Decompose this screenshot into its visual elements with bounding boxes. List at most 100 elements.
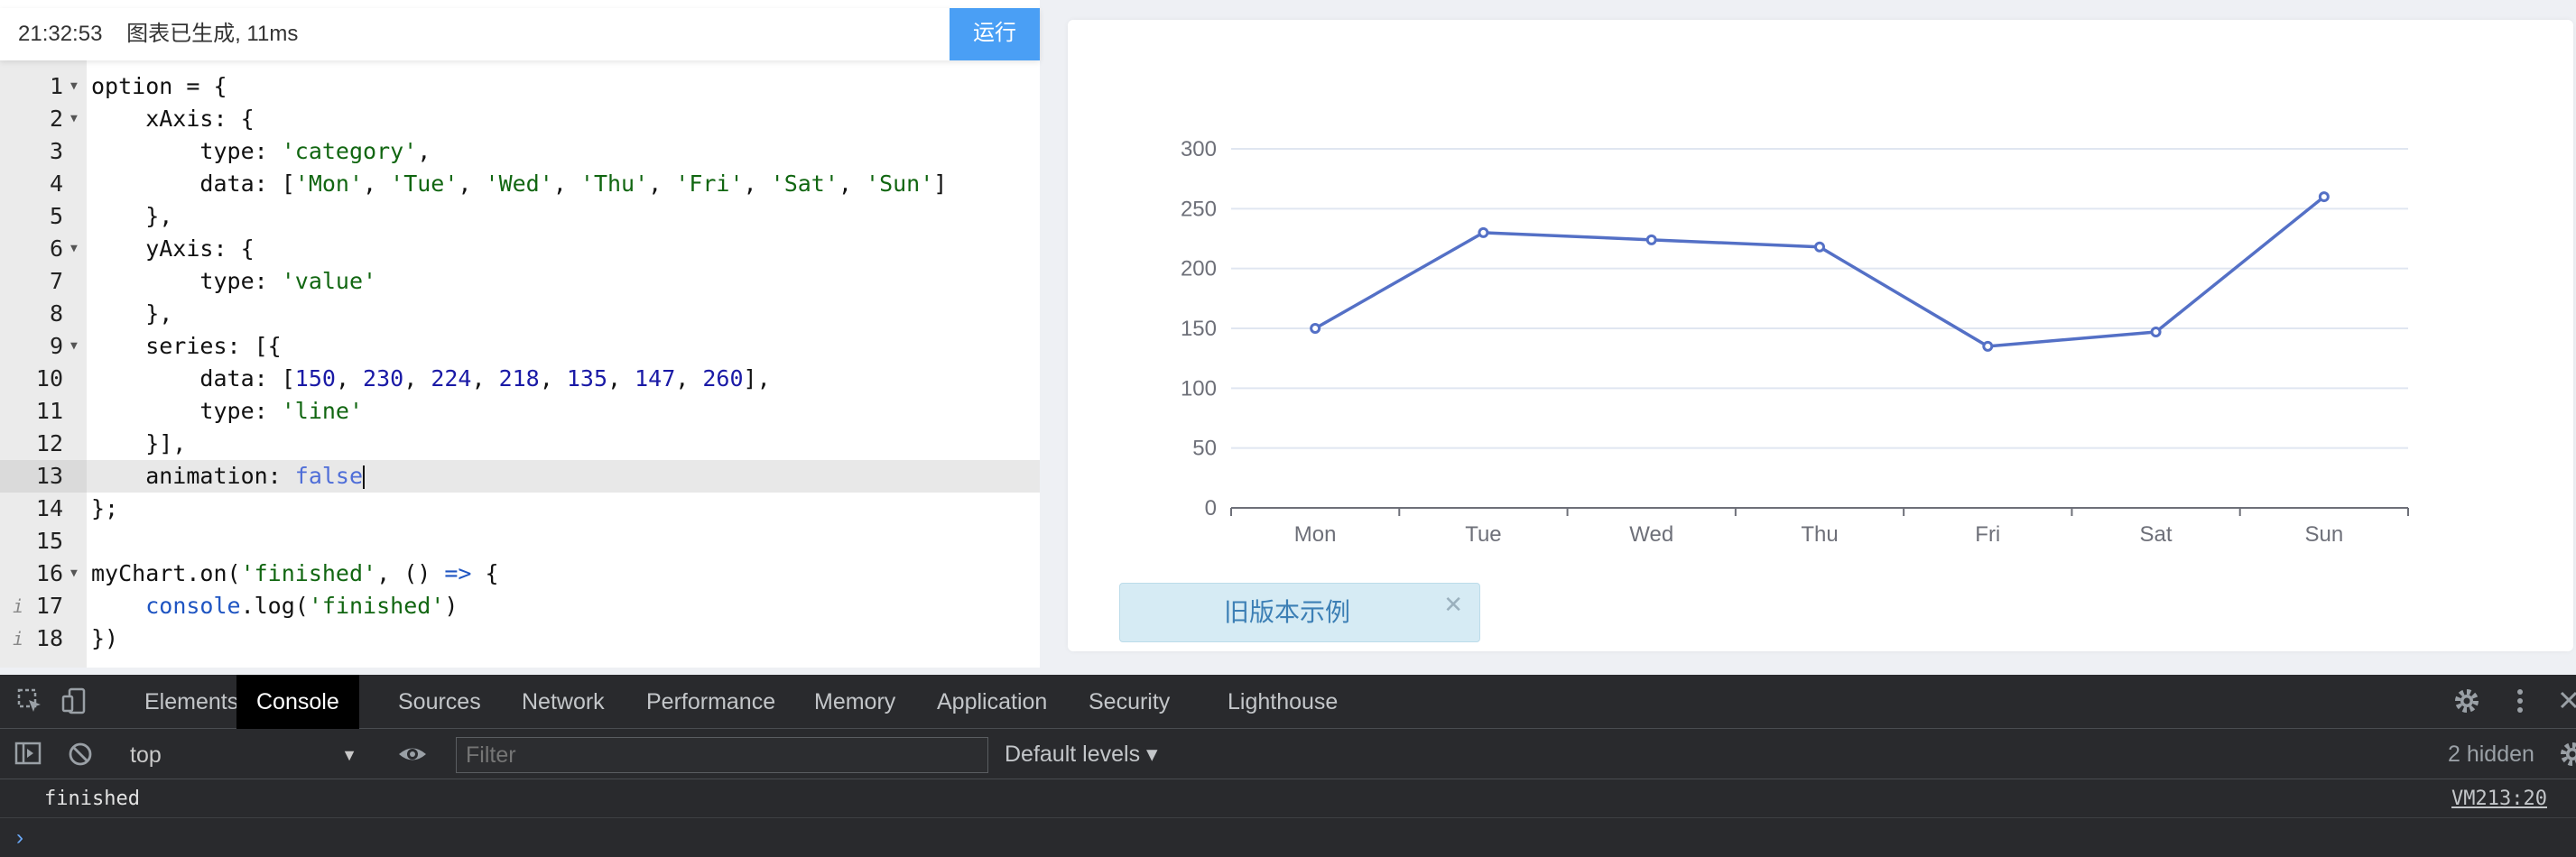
console-settings-gear-icon[interactable] — [2558, 741, 2576, 774]
code-token: }) — [91, 625, 119, 651]
fold-arrow-icon[interactable]: ▼ — [70, 330, 78, 363]
inspect-element-icon[interactable] — [16, 687, 43, 721]
pane-splitter[interactable] — [1040, 0, 1063, 668]
code-line[interactable]: 7 type: 'value' — [0, 265, 1040, 298]
code-line[interactable]: 8 }, — [0, 298, 1040, 330]
code-area[interactable]: 1 ▼ option = {2 ▼ xAxis: {3 type: 'category… — [0, 60, 1040, 668]
console-message-source-link[interactable]: VM213:20 — [2451, 780, 2547, 818]
code-token: , — [743, 170, 771, 197]
status-message: 图表已生成, 11ms — [126, 22, 299, 46]
close-devtools-icon[interactable] — [2558, 687, 2576, 719]
tab-console[interactable]: Console — [236, 675, 359, 729]
code-line[interactable]: 6 ▼ yAxis: { — [0, 233, 1040, 265]
devtools-tab-bar: Elements Console Sources Network Performance… — [0, 675, 2576, 729]
code-token: 147 — [635, 365, 676, 392]
code-token: }; — [91, 495, 119, 521]
y-tick-label: 300 — [1181, 137, 1217, 161]
code-token: 'finished' — [308, 593, 445, 619]
tab-memory[interactable]: Memory — [814, 675, 895, 729]
x-tick-label: Tue — [1465, 522, 1501, 547]
more-options-icon[interactable] — [2516, 687, 2525, 722]
code-text: data: [150, 230, 224, 218, 135, 147, 260… — [91, 363, 770, 395]
data-point — [1982, 340, 1994, 352]
fold-arrow-icon[interactable]: ▼ — [70, 558, 78, 590]
code-token: }, — [91, 300, 173, 327]
log-levels-dropdown[interactable]: Default levels ▾ — [1005, 730, 1158, 779]
context-selector[interactable]: top ▼ — [128, 735, 365, 775]
line-number: 8 — [49, 300, 63, 327]
code-token: , — [675, 365, 703, 392]
devtools-panel: Elements Console Sources Network Performance… — [0, 675, 2576, 857]
code-text: type: 'category', — [91, 135, 431, 168]
console-prompt-icon[interactable]: › — [16, 819, 23, 857]
info-annotation-icon: i — [13, 595, 24, 617]
run-button[interactable]: 运行 — [950, 8, 1040, 60]
code-line[interactable]: 9 ▼ series: [{ — [0, 330, 1040, 363]
line-number: 3 — [49, 138, 63, 164]
code-line[interactable]: 10 data: [150, 230, 224, 218, 135, 147, … — [0, 363, 1040, 395]
code-text: data: ['Mon', 'Tue', 'Wed', 'Thu', 'Fri'… — [91, 168, 947, 200]
line-number: 7 — [49, 268, 63, 294]
code-token: xAxis: { — [91, 106, 255, 132]
series-line — [1314, 195, 2325, 348]
code-token: 218 — [498, 365, 540, 392]
code-line[interactable]: 2 ▼ xAxis: { — [0, 103, 1040, 135]
fold-arrow-icon[interactable]: ▼ — [70, 233, 78, 265]
sidebar-toggle-icon[interactable] — [14, 741, 42, 772]
status-text: 21:32:53 图表已生成, 11ms — [18, 8, 298, 60]
device-toolbar-icon[interactable] — [61, 687, 88, 721]
x-tick-label: Thu — [1801, 522, 1838, 547]
eye-icon[interactable] — [397, 741, 428, 774]
tab-network[interactable]: Network — [522, 675, 605, 729]
code-line[interactable]: 15 — [0, 525, 1040, 558]
code-line[interactable]: 3 type: 'category', — [0, 135, 1040, 168]
fold-arrow-icon[interactable]: ▼ — [70, 70, 78, 103]
close-icon[interactable]: ✕ — [1443, 591, 1463, 619]
data-point — [2150, 326, 2162, 337]
code-line[interactable]: 13 animation: false — [0, 460, 1040, 493]
code-line[interactable]: 14}; — [0, 493, 1040, 525]
clear-console-icon[interactable] — [67, 741, 94, 774]
tab-elements[interactable]: Elements — [144, 675, 238, 729]
legacy-example-badge[interactable]: 旧版本示例 ✕ — [1119, 583, 1480, 642]
code-text: }) — [91, 622, 118, 655]
x-tick-label: Sat — [2140, 522, 2173, 547]
code-token: type: — [91, 398, 282, 424]
code-line[interactable]: 5 }, — [0, 200, 1040, 233]
code-token: , — [838, 170, 866, 197]
code-token: 'value' — [281, 268, 377, 294]
code-line[interactable]: 1 ▼ option = { — [0, 70, 1040, 103]
fold-arrow-icon[interactable]: ▼ — [70, 103, 78, 135]
line-number: 11 — [35, 398, 63, 424]
code-line[interactable]: 12 }], — [0, 428, 1040, 460]
gear-icon[interactable] — [2452, 687, 2481, 722]
code-token: animation: — [91, 463, 295, 489]
code-token: , — [417, 138, 431, 164]
code-line[interactable]: 16 ▼ myChart.on('finished', () => { — [0, 558, 1040, 590]
x-tick-label: Wed — [1629, 522, 1673, 547]
code-token: 'category' — [281, 138, 418, 164]
code-line[interactable]: 11 type: 'line' — [0, 395, 1040, 428]
tab-security[interactable]: Security — [1089, 675, 1170, 729]
code-line[interactable]: 18 i}) — [0, 622, 1040, 655]
code-token: , () — [376, 560, 445, 586]
code-token: 'line' — [281, 398, 364, 424]
code-line[interactable]: 4 data: ['Mon', 'Tue', 'Wed', 'Thu', 'Fr… — [0, 168, 1040, 200]
tab-lighthouse[interactable]: Lighthouse — [1228, 675, 1338, 729]
tab-application[interactable]: Application — [937, 675, 1047, 729]
code-line[interactable]: 17 i console.log('finished') — [0, 590, 1040, 622]
tab-performance[interactable]: Performance — [646, 675, 775, 729]
console-filter-input[interactable] — [456, 737, 988, 773]
code-text: myChart.on('finished', () => { — [91, 558, 499, 590]
line-number: 10 — [35, 365, 63, 392]
code-token: }, — [91, 203, 173, 229]
caret-down-icon: ▼ — [341, 746, 357, 764]
code-token: 150 — [294, 365, 336, 392]
tab-sources[interactable]: Sources — [398, 675, 481, 729]
code-token: => — [444, 560, 472, 586]
info-annotation-icon: i — [13, 628, 24, 650]
line-number: 15 — [35, 528, 63, 554]
code-token: type: — [91, 138, 282, 164]
data-point — [1645, 234, 1657, 245]
